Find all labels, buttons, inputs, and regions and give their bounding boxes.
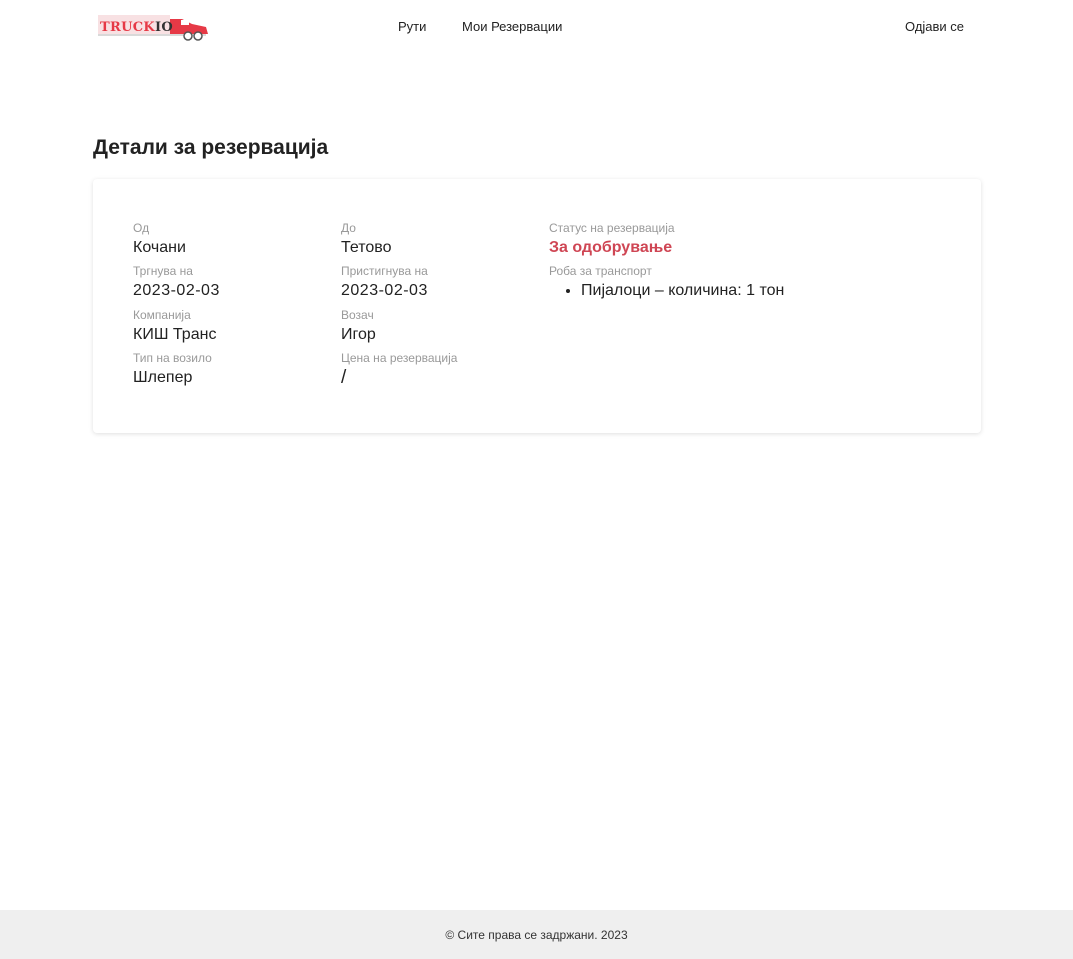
status-field: Статус на резервација За одобрување [549,221,675,258]
truckio-logo[interactable]: TRUCKIO [98,10,210,44]
goods-label: Роба за транспорт [549,264,652,278]
arrives-value: 2023-02-03 [341,282,428,299]
to-label: До [341,221,356,235]
arrives-field: Пристигнува на 2023-02-03 [341,264,428,301]
status-label: Статус на резервација [549,221,675,235]
status-value: За одобрување [549,239,673,256]
from-value: Кочани [133,239,186,256]
vehicle-type-field: Тип на возило Шлепер [133,351,212,388]
reservation-details-card: Од Кочани До Тетово Статус на резервациј… [93,179,981,433]
from-field: Од Кочани [133,221,186,258]
company-label: Компанија [133,308,191,322]
departs-value: 2023-02-03 [133,282,220,299]
page-title: Детали за резервација [93,136,329,159]
to-field: До Тетово [341,221,392,258]
copyright-text: © Сите права се задржани. 2023 [445,928,628,942]
logo-text: TRUCKIO [100,20,173,35]
footer: © Сите права се задржани. 2023 [0,910,1073,959]
nav-my-reservations-link[interactable]: Мои Резервации [462,19,562,34]
goods-list-item: Пијалоци – количина: 1 тон [581,281,784,301]
driver-label: Возач [341,308,374,322]
departs-label: Тргнува на [133,264,193,278]
goods-field: Роба за транспорт Пијалоци – количина: 1… [549,264,784,301]
from-label: Од [133,221,150,235]
price-value: / [341,367,347,388]
logout-link[interactable]: Одјави се [905,19,964,34]
price-field: Цена на резервација / [341,351,457,388]
driver-value: Игор [341,326,376,343]
to-value: Тетово [341,239,392,256]
vehicle-type-value: Шлепер [133,369,193,386]
navbar: TRUCKIO Рути Мои Резервации Одјави се [0,0,1073,52]
company-field: Компанија КИШ Транс [133,308,216,345]
price-label: Цена на резервација [341,351,458,365]
company-value: КИШ Транс [133,326,217,343]
nav-routes-link[interactable]: Рути [398,19,426,34]
arrives-label: Пристигнува на [341,264,428,278]
driver-field: Возач Игор [341,308,376,345]
vehicle-type-label: Тип на возило [133,351,212,365]
goods-list: Пијалоци – количина: 1 тон [581,281,784,301]
departs-field: Тргнува на 2023-02-03 [133,264,220,301]
